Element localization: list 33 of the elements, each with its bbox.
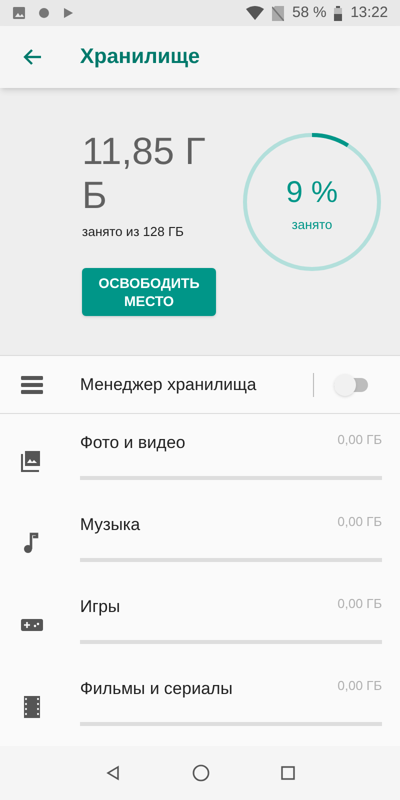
category-size: 0,00 ГБ [338,677,382,696]
usage-caption: занято [292,216,332,234]
category-row[interactable]: Фото и видео 0,00 ГБ [0,414,400,496]
recents-nav-icon[interactable] [280,766,295,780]
screen-title: Хранилище [80,44,200,70]
storage-manager-label: Менеджер хранилища [80,374,258,396]
back-arrow-icon [22,48,42,66]
usage-percent: 9 % [286,174,338,211]
back-nav-icon[interactable] [105,765,122,781]
storage-icon [20,374,44,394]
image-icon [12,6,26,20]
clock: 13:22 [350,2,388,23]
category-label: Музыка [80,514,140,536]
battery-icon [334,6,342,20]
used-caption: занято из 128 ГБ [82,223,185,241]
record-icon [38,7,50,19]
category-row[interactable]: Фильмы и сериалы 0,00 ГБ [0,660,400,742]
category-label: Игры [80,596,120,618]
play-icon [62,7,74,19]
category-label: Фото и видео [80,432,186,454]
category-size: 0,00 ГБ [338,431,382,450]
category-size: 0,00 ГБ [338,595,382,614]
home-nav-icon[interactable] [192,764,210,782]
category-size: 0,00 ГБ [338,513,382,532]
storage-manager-switch[interactable] [334,372,370,396]
wifi-icon [246,6,264,20]
no-sim-icon [272,6,284,20]
free-up-space-button[interactable]: ОСВОБОДИТЬ МЕСТО [82,268,216,316]
category-row[interactable]: Игры 0,00 ГБ [0,578,400,660]
category-row[interactable]: Музыка 0,00 ГБ [0,496,400,578]
category-label: Фильмы и сериалы [80,678,233,700]
used-storage: 11,85 ГБ [82,130,206,218]
battery-percent: 58 % [292,2,326,23]
